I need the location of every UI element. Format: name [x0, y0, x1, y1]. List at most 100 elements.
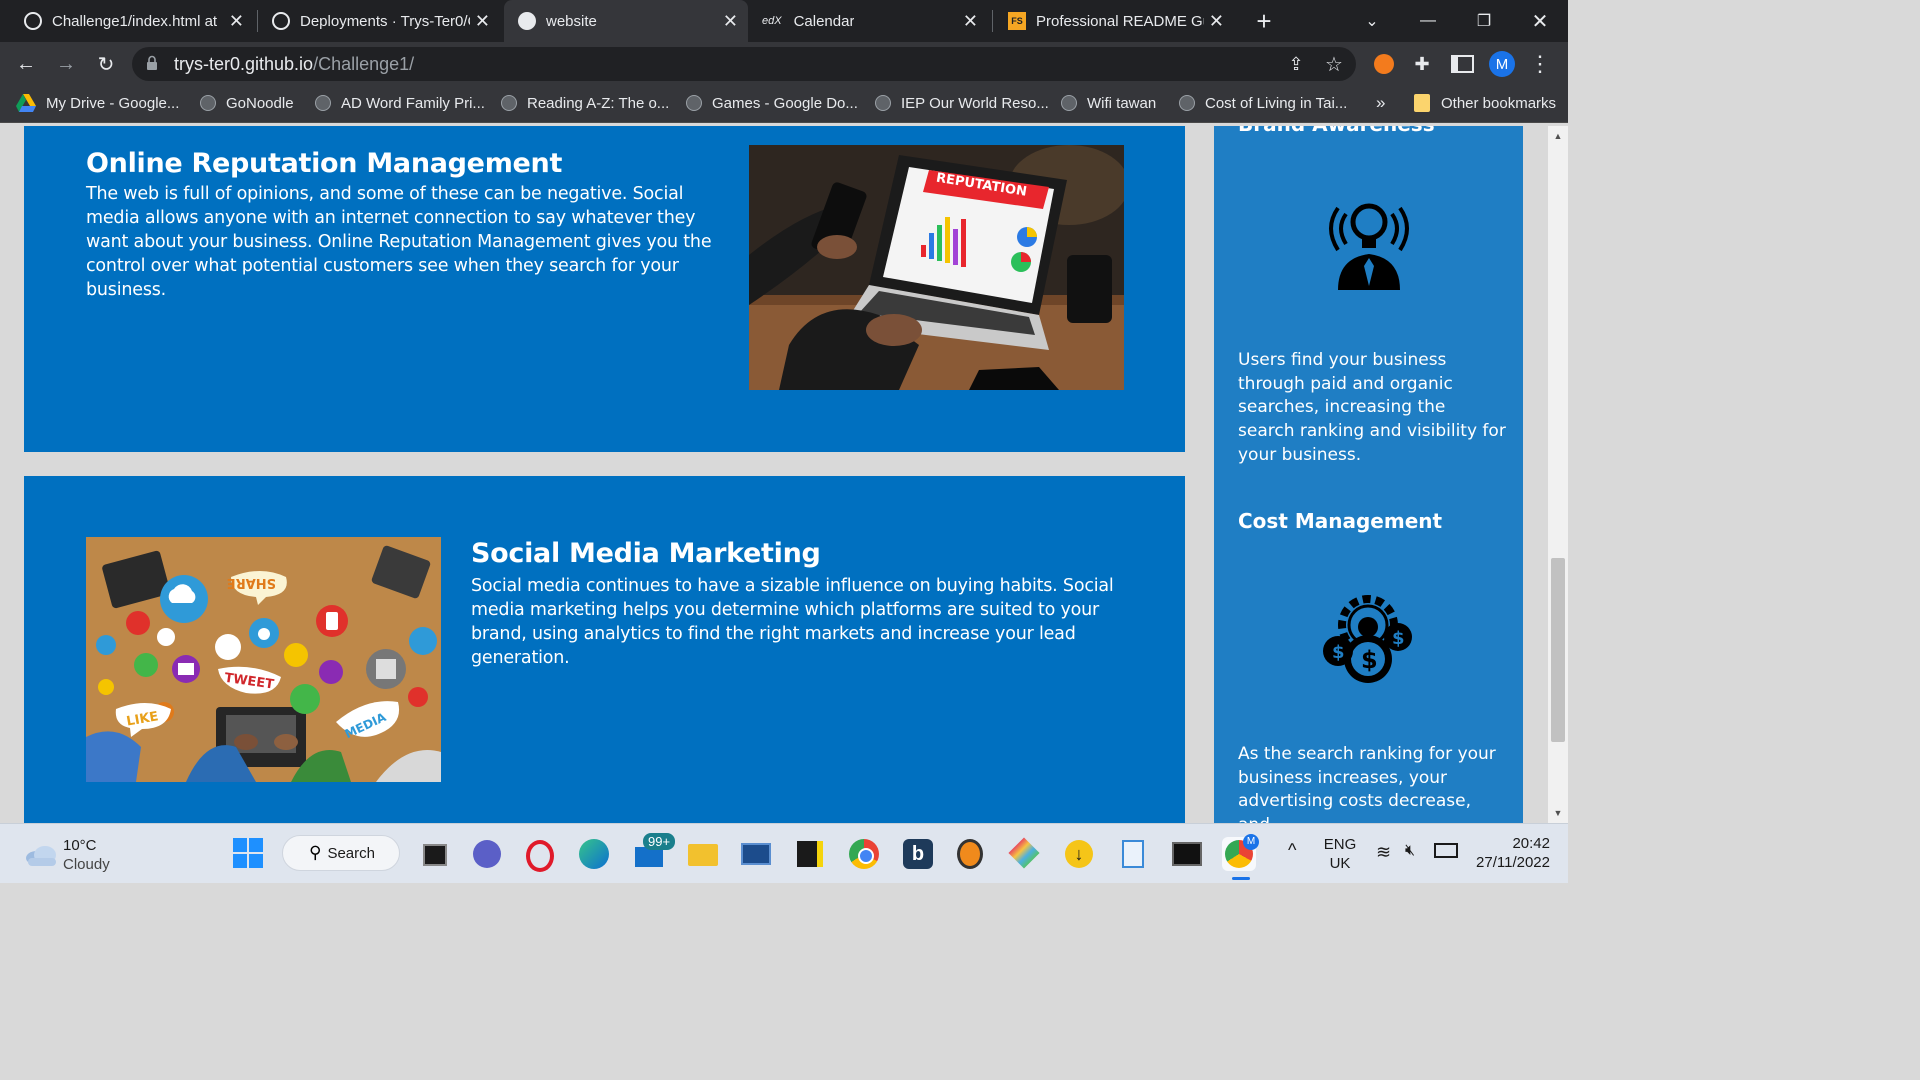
bookmarks-overflow-button[interactable]: »	[1376, 86, 1385, 120]
scroll-up-icon[interactable]: ▲	[1548, 128, 1568, 144]
extension-icon[interactable]	[1368, 48, 1400, 80]
chrome-center	[858, 848, 874, 864]
bookmark-gonoodle[interactable]: GoNoodle	[200, 86, 294, 120]
clock-time[interactable]: 20:42	[1490, 835, 1550, 852]
opera-glyph	[526, 840, 554, 872]
bookmark-wifi[interactable]: Wifi tawan	[1061, 86, 1156, 120]
close-icon[interactable]: ✕	[475, 11, 490, 32]
globe-icon	[1179, 95, 1195, 111]
battery-icon[interactable]	[1434, 843, 1458, 862]
menu-icon[interactable]: ⋮	[1524, 48, 1556, 80]
chrome-icon[interactable]	[847, 837, 881, 871]
globe-icon	[315, 95, 331, 111]
mail-badge: 99+	[643, 833, 676, 850]
scroll-down-icon[interactable]: ▼	[1548, 805, 1568, 821]
mail-icon[interactable]: 99+	[633, 833, 676, 871]
bookmark-games[interactable]: Games - Google Do...	[686, 86, 858, 120]
bookmark-my-drive[interactable]: My Drive - Google...	[16, 86, 179, 120]
sidepanel-icon[interactable]	[1446, 48, 1478, 80]
restore-icon[interactable]: ❐	[1456, 0, 1512, 42]
puzzle-icon[interactable]: ✚	[1406, 48, 1438, 80]
money-gear-icon: $ $ $	[1323, 595, 1412, 683]
chrome-profile-initial: M	[1243, 834, 1259, 850]
scroll-thumb[interactable]	[1551, 558, 1565, 742]
lightbulb-person-icon	[1329, 203, 1409, 290]
language-bottom[interactable]: UK	[1320, 855, 1360, 872]
mail-glyph	[635, 847, 663, 867]
terminal-icon[interactable]	[1170, 837, 1204, 871]
taskbar-search[interactable]: ⚲ Search	[282, 835, 400, 871]
close-window-icon[interactable]: ✕	[1512, 0, 1568, 42]
close-icon[interactable]: ✕	[963, 11, 978, 32]
globe-icon	[518, 12, 536, 30]
close-icon[interactable]: ✕	[229, 11, 244, 32]
photos-glyph	[741, 843, 771, 865]
star-icon[interactable]: ☆	[1318, 48, 1350, 80]
address-bar[interactable]: trys-ter0.github.io/Challenge1/ ⇪ ☆	[132, 47, 1356, 81]
weather-widget[interactable]: 10°C Cloudy	[20, 834, 120, 874]
brand-awareness-title: Brand Awareness	[1238, 126, 1435, 136]
file-explorer-icon[interactable]	[686, 837, 720, 871]
notepad-icon[interactable]	[1116, 837, 1150, 871]
download-icon[interactable]: ↓	[1062, 837, 1096, 871]
sketch-glyph	[1008, 837, 1040, 869]
windows-logo-tile	[233, 838, 247, 852]
task-view-icon[interactable]	[418, 837, 452, 871]
battery-glyph	[1434, 843, 1458, 858]
sticky-notes-icon[interactable]	[793, 837, 827, 871]
tab-title: Challenge1/index.html at	[52, 12, 218, 30]
active-app-indicator	[1232, 877, 1250, 880]
close-icon[interactable]: ✕	[1209, 11, 1224, 32]
tab-readme[interactable]: FS Professional README Gui ✕	[996, 0, 1234, 42]
dollar-sign: $	[1361, 646, 1378, 674]
minimize-icon[interactable]: —	[1400, 0, 1456, 42]
windows-taskbar: 10°C Cloudy ⚲ Search 99+ b ↓ M ^ ENG UK …	[0, 823, 1568, 883]
photos-icon[interactable]	[739, 837, 773, 871]
chrome-profile-icon[interactable]: M	[1222, 834, 1259, 871]
folder-glyph	[688, 844, 718, 866]
bing-icon[interactable]: b	[901, 837, 935, 871]
tab-title: Professional README Gui	[1036, 12, 1204, 30]
tab-website[interactable]: website ✕	[504, 0, 748, 42]
wifi-icon[interactable]: ≋	[1376, 842, 1391, 863]
opera-icon[interactable]	[523, 837, 557, 872]
globe-icon	[1061, 95, 1077, 111]
sketch-app-icon[interactable]	[1008, 837, 1042, 871]
dollar-sign: $	[1332, 642, 1345, 663]
new-tab-button[interactable]: +	[1238, 0, 1290, 42]
close-icon[interactable]: ✕	[723, 11, 738, 32]
teams-chat-icon[interactable]	[470, 837, 504, 871]
download-glyph: ↓	[1065, 840, 1093, 868]
bookmark-label: Games - Google Do...	[712, 94, 858, 112]
tray-overflow-icon[interactable]: ^	[1288, 840, 1296, 861]
tab-calendar[interactable]: edX Calendar ✕	[752, 0, 988, 42]
dollar-sign: $	[1392, 628, 1405, 649]
forward-icon[interactable]: →	[50, 48, 82, 80]
bookmark-label: Wifi tawan	[1087, 94, 1157, 112]
profile-avatar[interactable]: M	[1486, 48, 1518, 80]
other-bookmarks[interactable]: Other bookmarks	[1414, 86, 1556, 120]
tab-deployments[interactable]: Deployments · Trys-Ter0/C ✕	[260, 0, 500, 42]
bookmark-reading-az[interactable]: Reading A-Z: The o...	[501, 86, 669, 120]
tab-title: Deployments · Trys-Ter0/C	[300, 12, 470, 30]
share-icon[interactable]: ⇪	[1280, 48, 1312, 80]
globe-icon	[501, 95, 517, 111]
clock-date[interactable]: 27/11/2022	[1466, 854, 1550, 871]
reload-icon[interactable]: ↻	[90, 48, 122, 80]
fl-studio-icon[interactable]	[954, 837, 988, 871]
tab-title: Calendar	[793, 12, 855, 30]
back-icon[interactable]: ←	[10, 48, 42, 80]
volume-muted-icon[interactable]: 🔇︎	[1405, 842, 1415, 860]
chevron-down-icon[interactable]: ⌄	[1344, 0, 1400, 42]
bookmark-label: GoNoodle	[226, 94, 294, 112]
page-scrollbar[interactable]: ▲ ▼	[1548, 126, 1568, 823]
language-top[interactable]: ENG	[1320, 836, 1360, 853]
fl-glyph	[957, 839, 983, 869]
start-button[interactable]	[233, 838, 263, 868]
edge-icon[interactable]	[577, 837, 611, 871]
bookmark-ad-word-family[interactable]: AD Word Family Pri...	[315, 86, 485, 120]
bookmark-cost-of-living[interactable]: Cost of Living in Tai...	[1179, 86, 1347, 120]
tab-strip: Challenge1/index.html at ✕ Deployments ·…	[0, 0, 1568, 42]
tab-challenge1[interactable]: Challenge1/index.html at ✕	[14, 0, 254, 42]
bookmark-iep[interactable]: IEP Our World Reso...	[875, 86, 1049, 120]
